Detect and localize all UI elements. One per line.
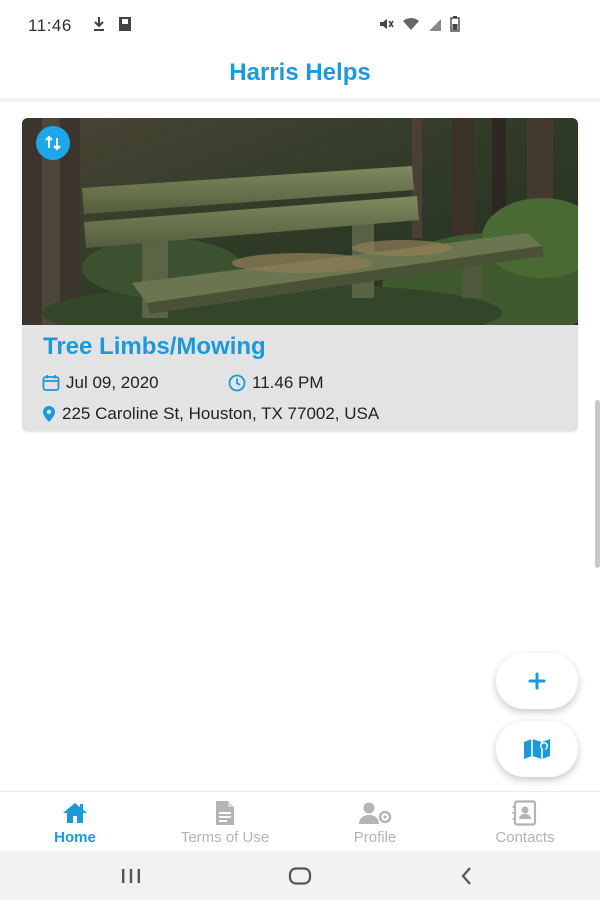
download-icon	[92, 16, 106, 37]
signal-icon	[428, 16, 442, 37]
home-circle-icon	[288, 867, 312, 885]
scrollbar[interactable]	[595, 400, 600, 568]
status-time: 11:46	[28, 16, 72, 35]
recents-button[interactable]	[116, 863, 146, 889]
add-request-button[interactable]	[496, 653, 578, 709]
sd-card-icon	[118, 16, 132, 37]
recents-icon	[122, 869, 140, 883]
home-icon	[61, 800, 89, 826]
card-time: 11.46 PM	[252, 373, 324, 392]
nav-label-profile: Profile	[353, 829, 397, 846]
back-chevron-icon	[461, 867, 471, 885]
map-icon	[524, 739, 550, 759]
nav-item-terms-of-use[interactable]: Terms of Use	[150, 792, 300, 851]
card-address: 225 Caroline St, Houston, TX 77002, USA	[62, 404, 380, 423]
card-date: Jul 09, 2020	[66, 373, 159, 392]
plus-icon	[528, 672, 546, 690]
wifi-icon	[402, 16, 420, 37]
app-header: Harris Helps	[0, 50, 600, 102]
card-image	[22, 118, 578, 325]
clock-icon	[228, 374, 246, 392]
app-title: Harris Helps	[229, 59, 371, 86]
back-button[interactable]	[455, 863, 479, 889]
nav-item-contacts[interactable]: Contacts	[450, 792, 600, 851]
swap-icon[interactable]	[36, 126, 70, 160]
calendar-icon	[42, 375, 60, 391]
nav-item-profile[interactable]: Profile	[300, 792, 450, 851]
mute-icon	[378, 16, 394, 37]
bottom-navigation: Home Terms of Use Profile Contacts	[0, 791, 600, 851]
address-row: 225 Caroline St, Houston, TX 77002, USA	[42, 404, 379, 424]
card-title: Tree Limbs/Mowing	[43, 333, 266, 360]
nav-label-terms-of-use: Terms of Use	[180, 829, 270, 846]
date-row: Jul 09, 2020	[42, 373, 159, 393]
nav-label-contacts: Contacts	[495, 829, 555, 846]
home-system-button[interactable]	[285, 863, 315, 889]
system-navigation-bar	[0, 851, 600, 900]
request-card[interactable]: Tree Limbs/Mowing Jul 09, 2020 11.46 PM …	[22, 118, 578, 431]
status-bar: 11:46	[0, 0, 600, 50]
nav-label-home: Home	[54, 829, 96, 846]
contacts-icon	[512, 800, 538, 826]
time-row: 11.46 PM	[228, 373, 324, 393]
location-pin-icon	[43, 406, 55, 422]
profile-settings-icon	[358, 800, 392, 826]
document-icon	[214, 800, 236, 826]
battery-icon	[450, 16, 460, 37]
nav-item-home[interactable]: Home	[0, 792, 150, 851]
map-view-button[interactable]	[496, 721, 578, 777]
